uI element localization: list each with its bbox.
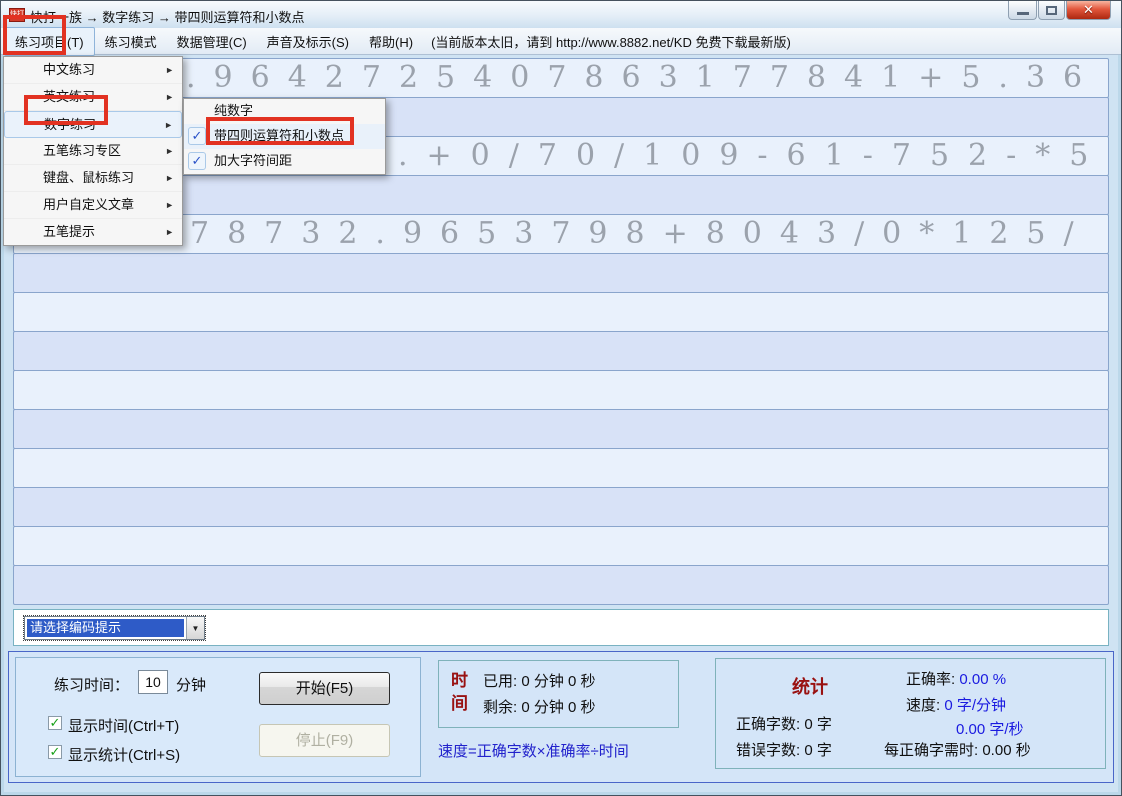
show-stats-checkbox[interactable]: ✓ xyxy=(48,745,62,759)
close-icon: ✕ xyxy=(1083,2,1094,18)
stats-title: 统计 xyxy=(792,673,828,699)
submenu-item-wide-spacing[interactable]: ✓ 加大字符间距 xyxy=(184,149,385,174)
practice-row xyxy=(13,448,1109,488)
practice-row xyxy=(13,487,1109,527)
maximize-icon xyxy=(1046,6,1057,15)
dropdown-arrow-button[interactable]: ▼ xyxy=(186,617,204,639)
time-title-char1: 时 xyxy=(451,666,468,691)
submenu-arrow-icon: ► xyxy=(165,57,174,83)
menu-item-custom-article[interactable]: 用户自定义文章► xyxy=(4,192,182,219)
title-bar: 快打 快打一族 → 数字练习 → 带四则运算符和小数点 ✕ xyxy=(1,1,1121,28)
encoding-hint-selected: 请选择编码提示 xyxy=(27,619,184,637)
practice-time-unit: 分钟 xyxy=(176,674,206,695)
minimize-button[interactable] xyxy=(1008,1,1037,20)
practice-settings-box: 练习时间： 分钟 开始(F5) 停止(F9) ✓ 显示时间(Ctrl+T) ✓ … xyxy=(15,657,421,777)
time-remaining: 剩余: 0 分钟 0 秒 xyxy=(483,696,596,717)
chevron-down-icon: ▼ xyxy=(192,624,200,633)
submenu-arrow-icon: ► xyxy=(165,165,174,191)
encoding-hint-dropdown[interactable]: 请选择编码提示 ▼ xyxy=(24,616,205,640)
window-controls: ✕ xyxy=(1007,1,1111,20)
window-title: 快打一族 → 数字练习 → 带四则运算符和小数点 xyxy=(30,7,304,26)
correct-count: 正确字数: 0 字 xyxy=(736,713,832,734)
practice-row xyxy=(13,331,1109,371)
practice-row xyxy=(13,370,1109,410)
submenu-arrow-icon: ► xyxy=(165,138,174,164)
practice-row xyxy=(13,526,1109,566)
practice-row-input xyxy=(13,253,1109,293)
annotation-rect-operators-decimal xyxy=(206,117,354,145)
annotation-rect-practice-items xyxy=(3,15,66,55)
menu-item-wubi-hint[interactable]: 五笔提示► xyxy=(4,219,182,246)
time-per-correct: 每正确字需时: 0.00 秒 xyxy=(884,739,1031,760)
version-notice: (当前版本太旧，请到 http://www.8882.net/KD 免费下载最新… xyxy=(423,32,791,51)
time-box: 时 间 已用: 0 分钟 0 秒 剩余: 0 分钟 0 秒 xyxy=(438,660,679,728)
menubar-item-sound[interactable]: 声音及标示(S) xyxy=(257,28,359,55)
show-time-checkbox[interactable]: ✓ xyxy=(48,716,62,730)
time-title-char2: 间 xyxy=(451,689,468,714)
accuracy: 正确率: 0.00 % xyxy=(906,668,1006,689)
app-window: 快打 快打一族 → 数字练习 → 带四则运算符和小数点 ✕ 练习项目(T) 练习… xyxy=(0,0,1122,796)
practice-time-label: 练习时间： xyxy=(54,674,129,695)
practice-row xyxy=(13,409,1109,449)
menubar-item-practice-mode[interactable]: 练习模式 xyxy=(95,28,167,55)
minimize-icon xyxy=(1017,12,1029,15)
menubar-item-data-manage[interactable]: 数据管理(C) xyxy=(167,28,257,55)
show-stats-label: 显示统计(Ctrl+S) xyxy=(68,744,180,765)
show-time-label: 显示时间(Ctrl+T) xyxy=(68,715,179,736)
encoding-hint-strip: 请选择编码提示 ▼ xyxy=(13,609,1109,646)
speed: 速度: 0 字/分钟 xyxy=(906,694,1006,715)
practice-row xyxy=(13,565,1109,605)
submenu-arrow-icon: ► xyxy=(164,112,173,138)
submenu-arrow-icon: ► xyxy=(165,192,174,218)
close-button[interactable]: ✕ xyxy=(1066,1,1111,20)
wrong-count: 错误字数: 0 字 xyxy=(736,739,832,760)
submenu-arrow-icon: ► xyxy=(165,219,174,245)
menu-item-wubi-zone[interactable]: 五笔练习专区► xyxy=(4,138,182,165)
practice-time-input[interactable] xyxy=(138,670,168,694)
stop-button[interactable]: 停止(F9) xyxy=(259,724,390,757)
speed-per-second: 0.00 字/秒 xyxy=(956,718,1024,739)
maximize-button[interactable] xyxy=(1038,1,1065,20)
menu-item-chinese[interactable]: 中文练习► xyxy=(4,57,182,84)
annotation-rect-number-practice xyxy=(24,95,108,125)
practice-items-menu: 中文练习► 英文练习► 数字练习► 五笔练习专区► 键盘、鼠标练习► 用户自定义… xyxy=(3,56,183,246)
time-used: 已用: 0 分钟 0 秒 xyxy=(483,670,596,691)
speed-formula: 速度=正确字数×准确率÷时间 xyxy=(438,740,629,761)
checkmark-icon: ✓ xyxy=(188,127,206,145)
submenu-arrow-icon: ► xyxy=(165,84,174,110)
start-button[interactable]: 开始(F5) xyxy=(259,672,390,705)
bottom-panel: 练习时间： 分钟 开始(F5) 停止(F9) ✓ 显示时间(Ctrl+T) ✓ … xyxy=(8,651,1114,783)
checkmark-icon: ✓ xyxy=(188,152,206,170)
menubar-item-help[interactable]: 帮助(H) xyxy=(359,28,423,55)
stats-box: 统计 正确字数: 0 字 错误字数: 0 字 正确率: 0.00 % 速度: 0… xyxy=(715,658,1106,769)
practice-row xyxy=(13,292,1109,332)
menu-bar: 练习项目(T) 练习模式 数据管理(C) 声音及标示(S) 帮助(H) (当前版… xyxy=(1,28,1121,55)
menu-item-keyboard-mouse[interactable]: 键盘、鼠标练习► xyxy=(4,165,182,192)
